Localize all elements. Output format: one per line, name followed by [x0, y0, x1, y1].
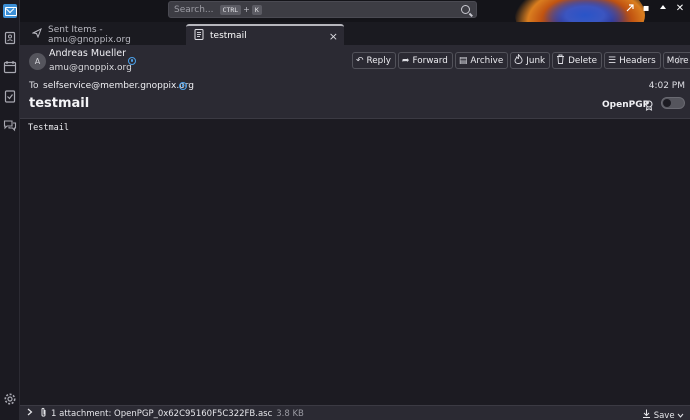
thunderbird-logo-glow: [540, 0, 630, 22]
sender-address[interactable]: amu@gnoppix.org: [49, 63, 132, 73]
avatar: A: [29, 53, 46, 70]
sender-name[interactable]: Andreas Mueller: [49, 48, 126, 59]
message-subject: testmail: [29, 96, 90, 111]
mail-space-icon[interactable]: [3, 4, 17, 18]
global-search-input[interactable]: Search... CTRL + K: [168, 1, 477, 18]
maximize-icon[interactable]: [657, 3, 669, 15]
tab-label: testmail: [210, 30, 247, 41]
openpgp-badge-icon[interactable]: [644, 100, 654, 114]
attachment-size: 3.8 KB: [276, 409, 304, 419]
forward-icon: ➦: [401, 55, 410, 66]
to-label: To: [29, 81, 39, 91]
minimize-icon[interactable]: ▪: [640, 3, 652, 15]
close-tab-icon[interactable]: ×: [329, 30, 338, 43]
chevron-right-icon[interactable]: [27, 408, 33, 419]
junk-icon: [514, 53, 523, 67]
delete-label: Delete: [568, 55, 598, 66]
paperclip-icon: [40, 407, 47, 420]
star-icon[interactable]: ☆: [674, 53, 685, 67]
recipient-contact-icon[interactable]: [179, 82, 187, 90]
download-icon: [642, 409, 654, 420]
headers-button[interactable]: ☰ Headers: [604, 52, 661, 69]
message-time: 4:02 PM: [648, 81, 685, 91]
tasks-icon[interactable]: [3, 89, 17, 103]
headers-icon: ☰: [608, 55, 617, 66]
attachment-name: 1 attachment: OpenPGP_0x62C95160F5C322FB…: [51, 409, 273, 419]
shortcut-plus: +: [243, 5, 250, 14]
maximize-hint-icon: [624, 3, 636, 15]
message-actions-toolbar: ↶ Reply ➦ Forward ▤ Archive Junk Delete …: [352, 52, 690, 69]
shortcut-key-k: K: [251, 4, 262, 15]
spaces-toolbar: [0, 0, 20, 420]
attachment-summary[interactable]: 1 attachment: OpenPGP_0x62C95160F5C322FB…: [51, 409, 304, 419]
archive-label: Archive: [470, 55, 504, 66]
junk-button[interactable]: Junk: [510, 52, 551, 69]
recipient-address[interactable]: selfservice@member.gnoppix.org: [43, 81, 194, 91]
save-attachment-button[interactable]: Save: [642, 409, 684, 420]
reply-button[interactable]: ↶ Reply: [352, 52, 396, 69]
attachment-bar[interactable]: 1 attachment: OpenPGP_0x62C95160F5C322FB…: [20, 405, 690, 420]
save-label: Save: [653, 411, 675, 420]
close-window-icon[interactable]: ✕: [674, 3, 686, 15]
openpgp-toggle[interactable]: [661, 97, 685, 109]
tab-bar: Sent Items - amu@gnoppix.org testmail ×: [20, 22, 690, 45]
calendar-icon[interactable]: [3, 60, 17, 74]
search-placeholder: Search...: [174, 4, 214, 15]
tab-testmail[interactable]: testmail ×: [186, 24, 344, 45]
reply-label: Reply: [366, 55, 391, 66]
openpgp-label[interactable]: OpenPGP: [602, 100, 649, 110]
headers-label: Headers: [619, 55, 656, 66]
settings-gear-icon[interactable]: [3, 392, 17, 406]
message-text: Testmail: [28, 123, 69, 133]
tab-sent-items[interactable]: Sent Items - amu@gnoppix.org: [24, 24, 188, 45]
trash-icon: [556, 54, 565, 67]
delete-button[interactable]: Delete: [552, 52, 603, 69]
tab-label: Sent Items - amu@gnoppix.org: [48, 24, 131, 45]
chat-icon[interactable]: [3, 118, 17, 132]
junk-label: Junk: [526, 55, 546, 66]
message-header: A Andreas Mueller amu@gnoppix.org ↶ Repl…: [20, 45, 690, 119]
paper-plane-icon: [31, 27, 42, 41]
archive-button[interactable]: ▤ Archive: [454, 52, 509, 69]
forward-button[interactable]: ➦ Forward: [397, 52, 453, 69]
message-icon: [194, 28, 204, 43]
save-dropdown-chevron-icon[interactable]: [677, 411, 684, 420]
archive-icon: ▤: [458, 55, 468, 66]
forward-label: Forward: [412, 55, 448, 66]
title-bar: Search... CTRL + K ▪ ✕: [0, 0, 690, 22]
search-icon[interactable]: [461, 5, 470, 14]
reply-icon: ↶: [356, 55, 364, 66]
address-book-icon[interactable]: [3, 31, 17, 45]
message-body: Testmail: [20, 120, 690, 405]
shortcut-key-ctrl: CTRL: [219, 4, 242, 15]
